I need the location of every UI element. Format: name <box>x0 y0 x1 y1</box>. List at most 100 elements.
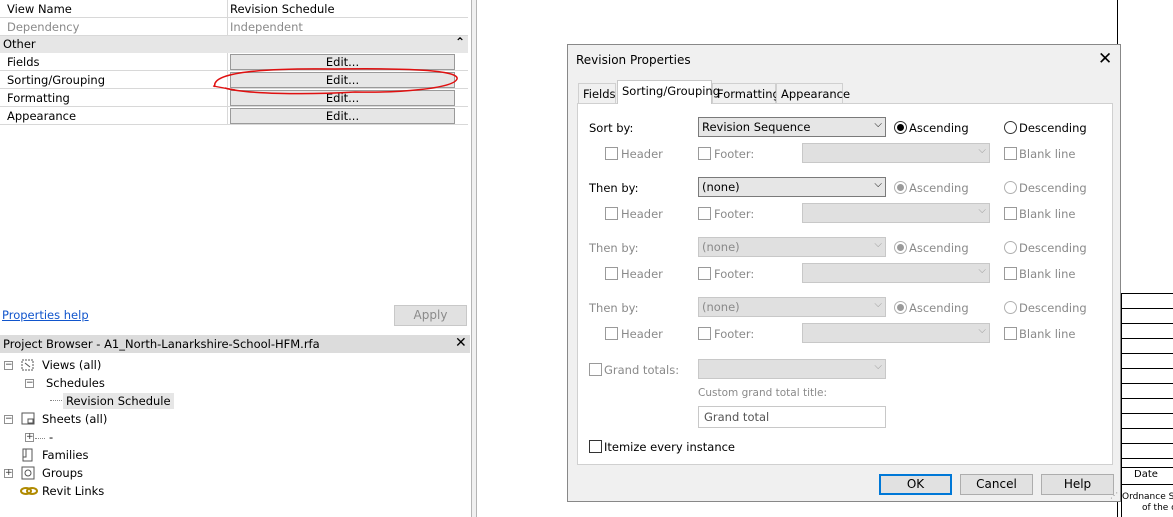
blank-line-checkbox[interactable] <box>1004 207 1017 220</box>
titleblock-line <box>1121 458 1173 459</box>
apply-button[interactable]: Apply <box>394 305 467 326</box>
footer-label: Footer: <box>714 327 755 341</box>
tree-node-schedules[interactable]: Schedules <box>46 376 105 390</box>
property-row-dependency: Dependency Independent <box>0 18 468 36</box>
property-name: View Name <box>7 2 72 16</box>
titleblock-line <box>1121 467 1173 468</box>
tree-node-revit-links[interactable]: Revit Links <box>42 484 104 498</box>
blank-line-checkbox[interactable] <box>1004 147 1017 160</box>
tree-node-families[interactable]: Families <box>42 448 88 462</box>
tab-sorting-grouping[interactable]: Sorting/Grouping <box>617 80 720 104</box>
footer-label: Footer: <box>714 267 755 281</box>
expand-toggle-icon[interactable]: + <box>25 433 34 442</box>
collapse-toggle-icon[interactable]: − <box>25 379 34 388</box>
then-ascending-radio[interactable] <box>894 301 907 314</box>
descending-label: Descending <box>1019 181 1087 195</box>
properties-help-link[interactable]: Properties help <box>2 308 89 322</box>
grand-total-title-input[interactable]: Grand total <box>698 406 886 428</box>
panel-splitter[interactable] <box>471 0 477 517</box>
tree-node-revision-schedule[interactable]: Revision Schedule <box>63 393 174 409</box>
views-icon <box>21 359 34 371</box>
sort-header-checkbox[interactable] <box>605 147 618 160</box>
then-by-select[interactable]: (none) ⌵ <box>698 177 886 197</box>
titleblock-line <box>1121 484 1173 485</box>
itemize-checkbox[interactable] <box>589 440 602 453</box>
then-by-value: (none) <box>702 240 740 254</box>
then-header-checkbox[interactable] <box>605 267 618 280</box>
sort-by-label: Sort by: <box>589 121 634 135</box>
grand-totals-checkbox[interactable] <box>589 363 602 376</box>
titleblock-line <box>1121 308 1173 309</box>
then-header-checkbox[interactable] <box>605 207 618 220</box>
then-by-select[interactable]: (none) ⌵ <box>698 297 886 317</box>
then-by-value: (none) <box>702 300 740 314</box>
chevron-down-icon: ⌵ <box>978 145 986 156</box>
custom-grand-total-title-label: Custom grand total title: <box>698 387 828 399</box>
blank-line-checkbox[interactable] <box>1004 267 1017 280</box>
cancel-button[interactable]: Cancel <box>960 474 1033 495</box>
ok-button[interactable]: OK <box>879 474 952 495</box>
edit-appearance-button[interactable]: Edit... <box>230 108 455 124</box>
red-annotation-ellipse <box>212 68 458 95</box>
property-row-view-name: View Name Revision Schedule <box>0 0 468 18</box>
then-header-checkbox[interactable] <box>605 327 618 340</box>
collapse-toggle-icon[interactable]: − <box>4 361 13 370</box>
sort-descending-radio[interactable] <box>1004 121 1017 134</box>
tree-node-views[interactable]: Views (all) <box>42 358 101 372</box>
then-descending-radio[interactable] <box>1004 241 1017 254</box>
group-header-other[interactable]: Other ⌃ <box>0 35 468 53</box>
footer-select[interactable]: ⌵ <box>802 203 990 223</box>
revision-properties-dialog: Revision Properties ✕ Fields Sorting/Gro… <box>567 44 1121 502</box>
footer-select[interactable]: ⌵ <box>802 263 990 283</box>
property-value[interactable]: Revision Schedule <box>230 2 335 16</box>
footer-label: Footer: <box>714 147 755 161</box>
then-descending-radio[interactable] <box>1004 301 1017 314</box>
expand-toggle-icon[interactable]: + <box>4 469 13 478</box>
sort-footer-checkbox[interactable] <box>698 147 711 160</box>
descending-label: Descending <box>1019 121 1087 135</box>
tab-formatting[interactable]: Formatting <box>712 83 780 103</box>
close-icon[interactable]: ✕ <box>1098 49 1112 69</box>
sheets-icon <box>21 412 35 425</box>
chevron-down-icon: ⌵ <box>978 265 986 276</box>
resize-grip-icon[interactable]: ⋰ <box>1110 491 1118 500</box>
then-footer-checkbox[interactable] <box>698 327 711 340</box>
collapse-toggle-icon[interactable]: − <box>4 415 13 424</box>
close-icon[interactable]: ✕ <box>455 335 467 352</box>
then-by-select[interactable]: (none) ⌵ <box>698 237 886 257</box>
blank-line-checkbox[interactable] <box>1004 327 1017 340</box>
header-label: Header <box>621 207 663 221</box>
groups-icon <box>21 466 35 480</box>
then-by-value: (none) <box>702 180 740 194</box>
tree-node-groups[interactable]: Groups <box>42 466 83 480</box>
sort-ascending-radio[interactable] <box>894 121 907 134</box>
ascending-label: Ascending <box>909 181 969 195</box>
sort-by-select[interactable]: Revision Sequence ⌵ <box>698 117 886 137</box>
then-footer-checkbox[interactable] <box>698 267 711 280</box>
titleblock-note: Ordnance S <box>1122 492 1173 502</box>
then-ascending-radio[interactable] <box>894 241 907 254</box>
then-ascending-radio[interactable] <box>894 181 907 194</box>
tree-node-sheet-dash[interactable]: - <box>49 430 53 444</box>
footer-select[interactable]: ⌵ <box>802 323 990 343</box>
tab-appearance[interactable]: Appearance <box>776 83 850 103</box>
collapse-icon[interactable]: ⌃ <box>455 35 465 49</box>
radio-selected-dot <box>897 184 904 191</box>
blank-line-label: Blank line <box>1019 267 1076 281</box>
then-descending-radio[interactable] <box>1004 181 1017 194</box>
tree-node-sheets[interactable]: Sheets (all) <box>42 412 107 426</box>
group-label: Other <box>3 37 36 51</box>
then-by-label: Then by: <box>589 241 639 255</box>
titleblock-note: of the c <box>1142 503 1173 513</box>
then-footer-checkbox[interactable] <box>698 207 711 220</box>
tree-connector <box>35 438 45 439</box>
footer-select[interactable]: ⌵ <box>802 143 990 163</box>
then-by-label: Then by: <box>589 181 639 195</box>
property-name: Appearance <box>7 109 77 123</box>
chevron-down-icon: ⌵ <box>874 361 882 372</box>
titleblock-line <box>1121 293 1173 294</box>
grand-totals-select[interactable]: ⌵ <box>698 359 886 379</box>
tab-fields[interactable]: Fields <box>578 83 616 103</box>
titleblock-line <box>1121 413 1173 414</box>
help-button[interactable]: Help <box>1041 474 1114 495</box>
